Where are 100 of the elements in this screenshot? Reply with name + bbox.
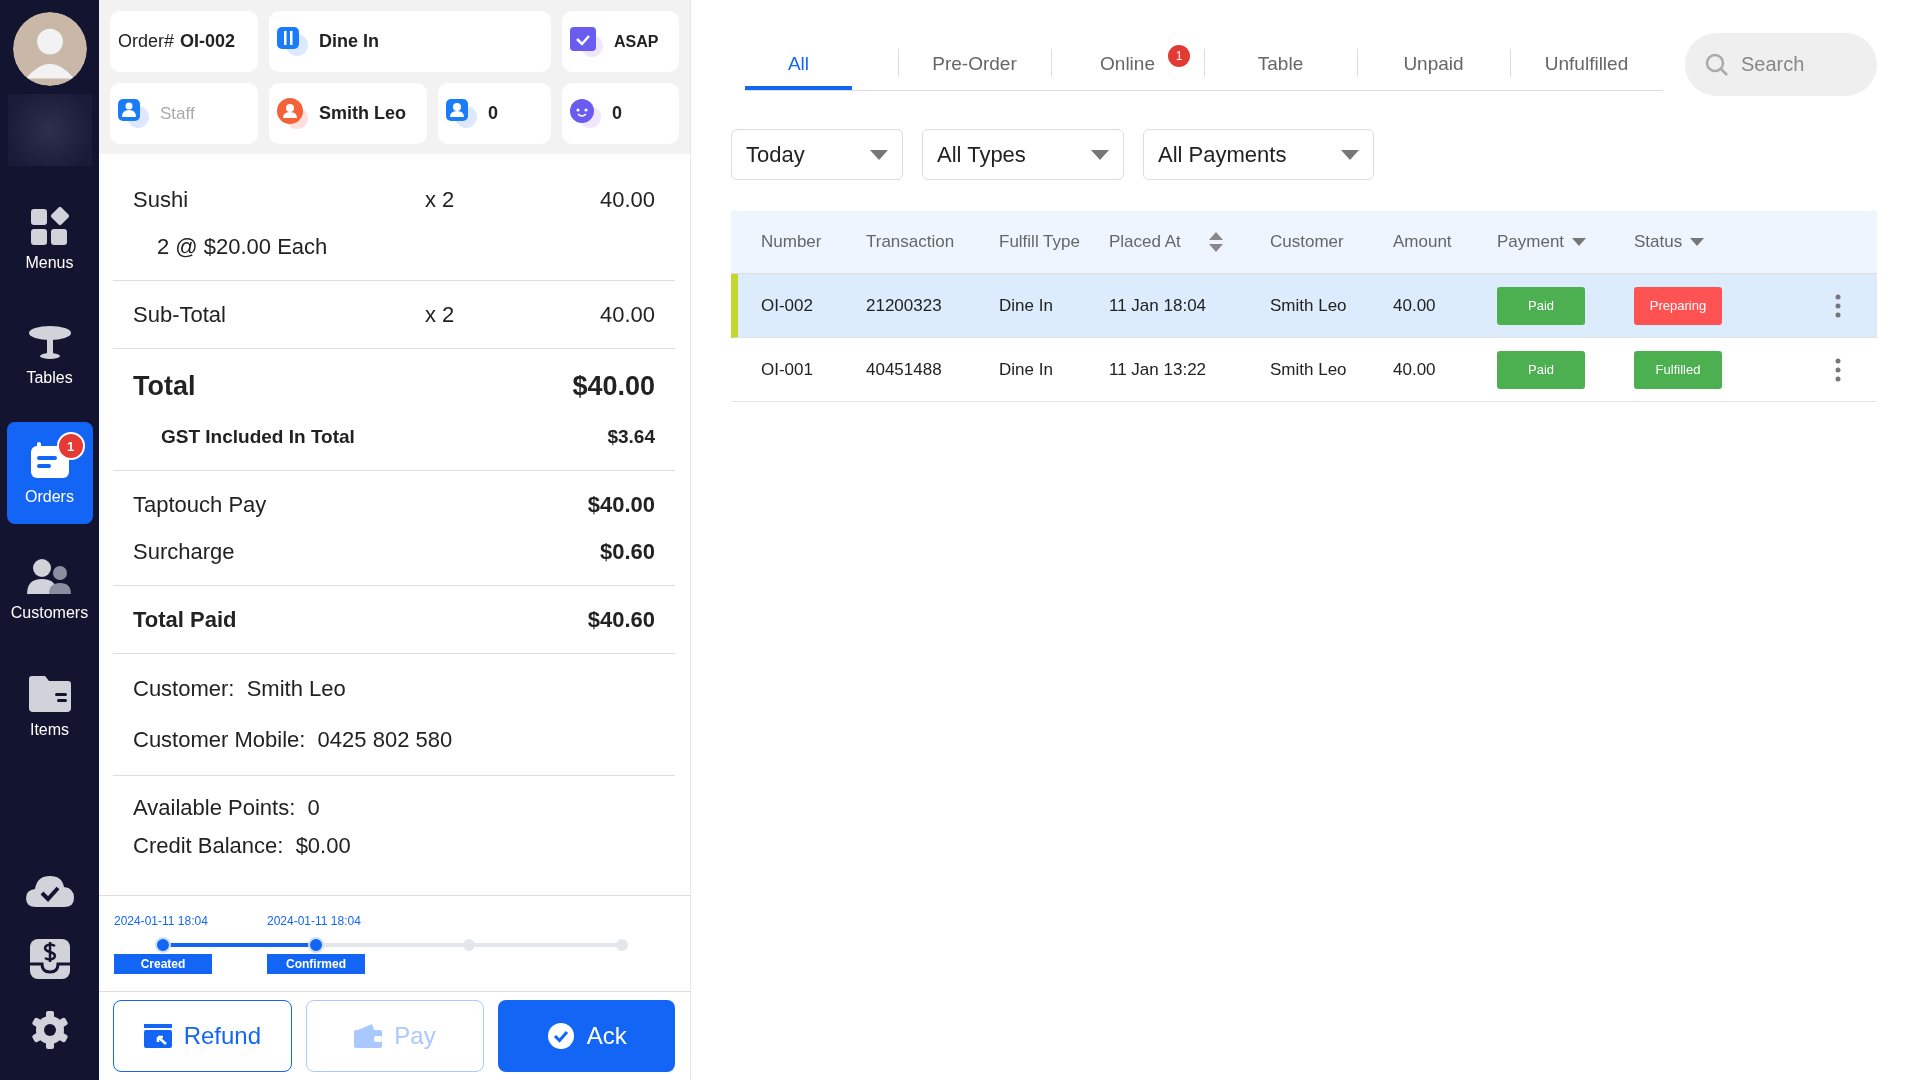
step-label: Confirmed (267, 954, 365, 974)
customer-card[interactable]: Smith Leo (269, 83, 427, 144)
cash-drawer-icon[interactable] (28, 938, 71, 980)
caret-icon (1341, 149, 1359, 160)
caret-icon[interactable] (1690, 238, 1705, 246)
settings-icon[interactable] (29, 1010, 70, 1050)
order-status: Fulfilled (1634, 350, 1722, 389)
filter-tab[interactable]: All (745, 47, 852, 90)
loyalty-info: Credit Balance: $0.00 (133, 835, 352, 858)
order-time: ASAP (614, 32, 659, 51)
more-icon[interactable] (1835, 293, 1841, 318)
column-header: Number (761, 232, 822, 252)
filter-dropdown[interactable]: All Types (922, 129, 1124, 180)
sort-icon[interactable] (1208, 232, 1223, 252)
notification-badge: 1 (56, 432, 85, 460)
subtotal-label: Sub-Total (133, 302, 227, 327)
column-header: Status (1634, 232, 1683, 252)
action-button[interactable]: Refund (113, 1000, 292, 1072)
payment-amount: $40.00 (587, 492, 655, 517)
order-label: Order# (118, 31, 175, 52)
customer-name: Smith Leo (319, 103, 406, 124)
timestamp: 2024-01-11 18:04 (267, 914, 361, 928)
filter-tab[interactable]: Unpaid (1357, 47, 1510, 90)
column-header: Transaction (866, 232, 955, 252)
order-status: Preparing (1634, 286, 1722, 325)
payment-label: Surcharge (133, 539, 235, 564)
payment-status: Paid (1497, 286, 1585, 325)
caret-icon (870, 149, 888, 160)
customer-info: Customer Mobile: 0425 802 580 (133, 725, 454, 754)
action-button[interactable]: Ack (498, 1000, 675, 1072)
loyalty-info: Available Points: 0 (133, 797, 321, 820)
wallet-icon (354, 1024, 383, 1048)
person-icon (446, 98, 478, 129)
cloud-check-icon[interactable] (25, 874, 74, 908)
filter-tab[interactable]: Table (1204, 47, 1357, 90)
table-cell: Smith Leo (1270, 295, 1347, 315)
column-header: Amount (1393, 232, 1452, 252)
item-quantity: x 2 (425, 187, 456, 212)
nav-item[interactable]: Customers (6, 539, 93, 641)
caret-icon (1091, 149, 1109, 160)
total-paid-label: Total Paid (133, 607, 237, 632)
table-cell: 40.00 (1393, 359, 1436, 379)
children-card[interactable]: 0 (562, 83, 679, 144)
total-paid-amount: $40.60 (587, 607, 655, 632)
payment-amount: $0.60 (599, 539, 655, 564)
nav-item[interactable]: Items (6, 656, 93, 758)
customer-info: Customer: Smith Leo (133, 675, 347, 703)
nav-item[interactable]: Menus (6, 188, 93, 290)
column-header: Payment (1497, 232, 1565, 252)
gst-amount: $3.64 (607, 425, 655, 449)
filter-tab[interactable]: Pre-Order (898, 47, 1051, 90)
refund-icon (143, 1024, 172, 1048)
column-header: Fulfill Type (999, 232, 1080, 252)
search-icon (1705, 53, 1729, 77)
payment-label: Taptouch Pay (133, 492, 267, 517)
table-cell: OI-001 (761, 359, 813, 379)
gst-label: GST Included In Total (161, 425, 355, 449)
nav-item[interactable]: 1 Orders (6, 422, 93, 524)
total-amount: $40.00 (572, 370, 655, 402)
payment-status: Paid (1497, 350, 1585, 389)
nav-item[interactable]: Tables (6, 305, 93, 407)
table-cell: Dine In (999, 295, 1053, 315)
grid-icon (29, 206, 70, 246)
baby-face-icon (570, 98, 602, 129)
adults-card[interactable]: 0 (438, 83, 551, 144)
filter-tab[interactable]: Online 1 (1051, 47, 1204, 90)
filter-tab[interactable]: Unfulfilled (1510, 47, 1663, 90)
adults-count: 0 (488, 103, 498, 124)
order-row[interactable]: OI-001 40451488 Dine In 11 Jan 13:22 Smith Leo 40.00 Paid Fulfilled (731, 338, 1877, 402)
subtotal-quantity: x 2 (425, 302, 456, 327)
folder-icon (26, 675, 73, 713)
table-icon (27, 325, 72, 361)
subtotal-amount: 40.00 (598, 302, 655, 327)
table-cell: OI-002 (761, 295, 813, 315)
table-cell: 21200323 (866, 295, 942, 315)
table-cell: Smith Leo (1270, 359, 1347, 379)
search-field[interactable]: Search (1685, 33, 1877, 96)
more-icon[interactable] (1835, 357, 1841, 382)
fulfill-type: Dine In (319, 31, 379, 52)
table-cell: 40.00 (1393, 295, 1436, 315)
timestamp: 2024-01-11 18:04 (114, 914, 208, 928)
fulfill-type-card[interactable]: Dine In (269, 11, 551, 72)
person-icon (277, 97, 309, 130)
order-number: OI-002 (180, 31, 236, 52)
avatar[interactable] (12, 12, 87, 86)
children-count: 0 (612, 103, 622, 124)
step-label: Created (114, 954, 212, 974)
notification-badge: 1 (1168, 45, 1190, 67)
item-detail: 2 @ $20.00 Each (156, 234, 329, 259)
column-header: Customer (1270, 232, 1344, 252)
caret-icon[interactable] (1572, 238, 1587, 246)
order-row[interactable]: OI-002 21200323 Dine In 11 Jan 18:04 Smith Leo 40.00 Paid Preparing (731, 274, 1877, 338)
time-card[interactable]: ASAP (562, 11, 679, 72)
item-amount: 40.00 (598, 187, 655, 212)
column-header: Placed At (1109, 232, 1181, 252)
filter-dropdown[interactable]: Today (731, 129, 903, 180)
table-cell: Dine In (999, 359, 1053, 379)
filter-dropdown[interactable]: All Payments (1143, 129, 1374, 180)
table-cell: 11 Jan 18:04 (1109, 295, 1207, 315)
table-cell: 40451488 (866, 359, 942, 379)
